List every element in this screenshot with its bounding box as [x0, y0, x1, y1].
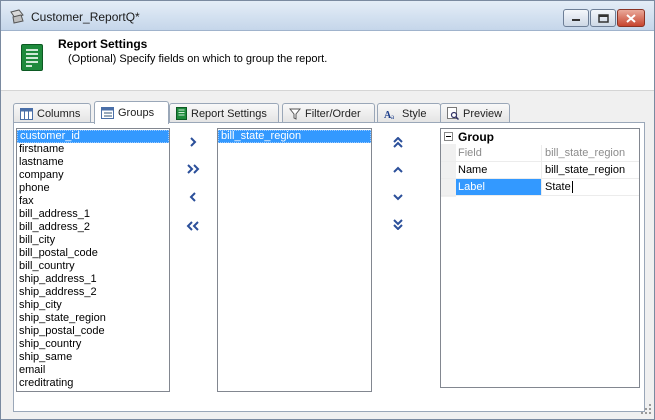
list-item[interactable]: ship_country: [17, 338, 169, 351]
tab-preview[interactable]: Preview: [440, 103, 510, 123]
resize-grip-icon[interactable]: [640, 403, 652, 415]
chevron-down-icon: [393, 194, 403, 201]
move-to-bottom-button[interactable]: [390, 217, 406, 231]
property-name: Field: [456, 145, 542, 161]
move-up-button[interactable]: [390, 163, 406, 177]
list-item[interactable]: bill_state_region: [218, 130, 371, 143]
add-all-button[interactable]: [185, 162, 201, 176]
list-item[interactable]: fax: [17, 195, 169, 208]
tab-report-settings[interactable]: Report Settings: [169, 103, 279, 123]
double-chevron-up-icon: [393, 137, 403, 148]
chevron-left-icon: [189, 192, 196, 202]
filter-icon: [289, 108, 301, 120]
property-category-label: Group: [458, 130, 494, 144]
chevron-right-icon: [190, 137, 197, 147]
list-item[interactable]: lastname: [17, 156, 169, 169]
double-chevron-left-icon: [186, 221, 199, 231]
label-value-text[interactable]: State: [545, 181, 571, 193]
wizard-header: Report Settings (Optional) Specify field…: [1, 31, 654, 91]
list-item[interactable]: bill_postal_code: [17, 247, 169, 260]
remove-selected-button[interactable]: [185, 190, 201, 204]
list-item[interactable]: ship_address_1: [17, 273, 169, 286]
groups-tab-panel: customer_id firstname lastname company phone…: [13, 122, 645, 412]
tab-filter-order-label: Filter/Order: [305, 107, 361, 120]
report-app-icon: [10, 9, 24, 24]
maximize-icon: [597, 13, 609, 23]
minimize-button[interactable]: [563, 9, 589, 27]
close-button[interactable]: [617, 9, 645, 27]
property-name: Name: [456, 162, 542, 178]
report-settings-icon: [21, 44, 43, 71]
tab-groups[interactable]: Groups: [94, 101, 169, 124]
list-item[interactable]: creditrating: [17, 377, 169, 390]
list-item[interactable]: company: [17, 169, 169, 182]
text-caret: [571, 181, 573, 194]
tab-groups-label: Groups: [118, 107, 155, 119]
list-item[interactable]: customer_id: [17, 130, 169, 143]
list-item[interactable]: bill_city: [17, 234, 169, 247]
list-item[interactable]: bill_address_1: [17, 208, 169, 221]
group-fields-list[interactable]: bill_state_region: [217, 128, 372, 392]
tab-strip: Columns Groups Report Settings Filter/Or…: [13, 101, 643, 124]
list-item[interactable]: ship_city: [17, 299, 169, 312]
title-bar[interactable]: Customer_ReportQ*: [1, 1, 654, 31]
tab-columns[interactable]: Columns: [13, 103, 91, 123]
tab-preview-label: Preview: [463, 107, 503, 120]
list-item[interactable]: phone: [17, 182, 169, 195]
group-property-grid[interactable]: Group Field bill_state_region Name bill_…: [440, 128, 640, 388]
list-item[interactable]: ship_address_2: [17, 286, 169, 299]
property-name: Label: [456, 179, 542, 195]
list-item[interactable]: bill_address_2: [17, 221, 169, 234]
minimize-icon: [572, 19, 580, 21]
list-item[interactable]: ship_state_region: [17, 312, 169, 325]
tab-columns-label: Columns: [37, 107, 81, 120]
available-fields-list[interactable]: customer_id firstname lastname company phone…: [16, 128, 170, 392]
double-chevron-down-icon: [393, 219, 403, 230]
header-title: Report Settings: [58, 37, 148, 51]
header-description: (Optional) Specify fields on which to gr…: [68, 53, 328, 65]
property-row-field[interactable]: Field bill_state_region: [441, 145, 639, 162]
window-title: Customer_ReportQ*: [31, 10, 140, 24]
collapse-toggle-icon[interactable]: [444, 132, 453, 141]
property-value: bill_state_region: [545, 147, 626, 159]
tab-report-settings-label: Report Settings: [191, 107, 267, 120]
maximize-button[interactable]: [590, 9, 616, 27]
tab-style-label: Style: [402, 107, 427, 120]
list-item[interactable]: ship_postal_code: [17, 325, 169, 338]
move-to-top-button[interactable]: [390, 136, 406, 150]
columns-icon: [20, 107, 33, 120]
report-settings-icon: [176, 107, 187, 120]
property-value-editor[interactable]: State: [544, 179, 573, 195]
property-category-group[interactable]: Group: [441, 129, 639, 144]
property-value[interactable]: bill_state_region: [544, 162, 625, 178]
svg-text:a: a: [391, 113, 395, 120]
list-item[interactable]: email: [17, 364, 169, 377]
preview-icon: [447, 107, 459, 120]
list-item[interactable]: ship_same: [17, 351, 169, 364]
move-down-button[interactable]: [390, 190, 406, 204]
remove-all-button[interactable]: [185, 219, 201, 233]
property-row-label[interactable]: Label State: [441, 179, 639, 196]
style-icon: Aa: [384, 110, 395, 120]
close-icon: [626, 13, 636, 23]
list-item[interactable]: firstname: [17, 143, 169, 156]
report-wizard-window: Customer_ReportQ* Report Settings (Optio…: [0, 0, 655, 420]
property-row-name[interactable]: Name bill_state_region: [441, 162, 639, 179]
add-selected-button[interactable]: [185, 135, 201, 149]
list-item[interactable]: bill_country: [17, 260, 169, 273]
double-chevron-right-icon: [187, 164, 200, 174]
chevron-up-icon: [393, 166, 403, 173]
tab-filter-order[interactable]: Filter/Order: [282, 103, 375, 123]
groups-icon: [101, 107, 114, 119]
tab-style[interactable]: Aa Style: [377, 103, 441, 123]
